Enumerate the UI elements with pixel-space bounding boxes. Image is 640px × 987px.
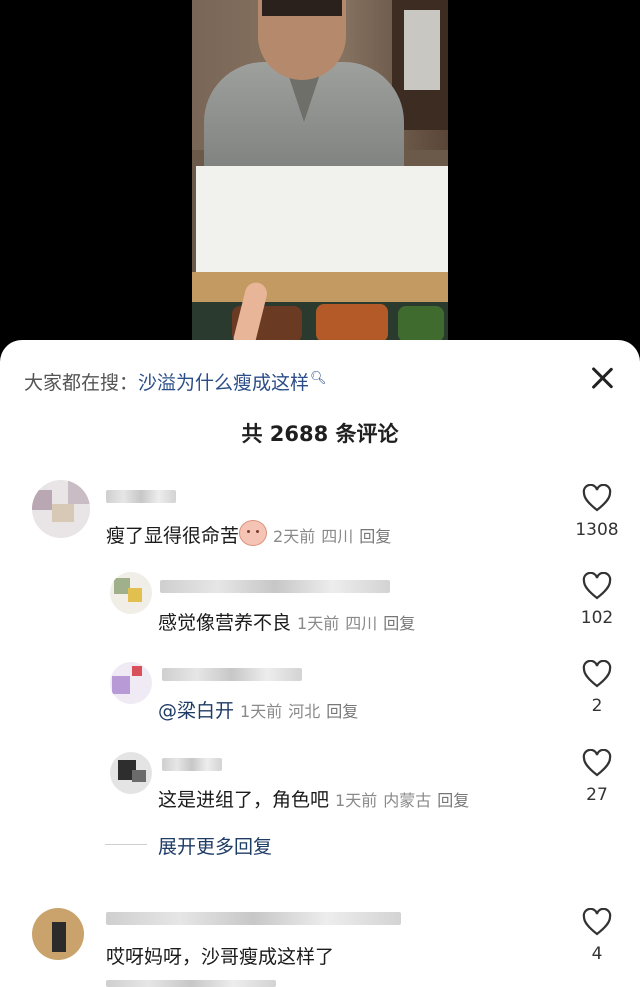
username-blurred[interactable] bbox=[106, 912, 401, 925]
reply-button[interactable]: 回复 bbox=[437, 791, 469, 810]
expand-replies-button[interactable]: 展开更多回复 bbox=[158, 832, 272, 859]
comment-location: 内蒙古 bbox=[383, 791, 432, 810]
comment-time: 2天前 bbox=[273, 527, 316, 546]
comment-time: 1天前 bbox=[335, 791, 378, 810]
reply-button[interactable]: 回复 bbox=[359, 527, 391, 546]
search-suggestion[interactable]: 大家都在搜：沙溢为什么瘦成这样🔍︎ bbox=[24, 368, 327, 395]
comment-time: 1天前 bbox=[240, 702, 283, 721]
heart-icon[interactable] bbox=[582, 484, 612, 512]
comment-text[interactable]: 这是进组了，角色吧 1天前 内蒙古 回复 bbox=[158, 785, 469, 812]
video-door-light bbox=[404, 10, 440, 90]
comment-location: 四川 bbox=[321, 527, 354, 546]
comment-location: 四川 bbox=[345, 614, 378, 633]
comment-sheet: 大家都在搜：沙溢为什么瘦成这样🔍︎ 共 2688 条评论 瘦了显得很命苦 2天前四… bbox=[0, 340, 640, 987]
like-count: 1308 bbox=[575, 520, 619, 540]
video-food-box-lid bbox=[196, 166, 448, 274]
search-suggestion-prefix: 大家都在搜： bbox=[24, 372, 139, 394]
comment-time: 1天前 bbox=[297, 614, 340, 633]
video-food-dish bbox=[398, 306, 444, 342]
comment-text[interactable]: 感觉像营养不良 1天前 四川 回复 bbox=[158, 608, 415, 635]
comment-text[interactable]: 瘦了显得很命苦 2天前 四川 回复 bbox=[106, 520, 391, 548]
heart-icon[interactable] bbox=[582, 749, 612, 777]
username-blurred[interactable] bbox=[106, 490, 176, 503]
reply-button[interactable]: 回复 bbox=[383, 614, 415, 633]
search-icon: 🔍︎ bbox=[310, 370, 327, 386]
comment-count-title: 共 2688 条评论 bbox=[241, 422, 399, 446]
heart-icon[interactable] bbox=[582, 908, 612, 936]
comment-meta-cutoff bbox=[106, 980, 276, 987]
expand-divider bbox=[105, 844, 147, 845]
close-icon[interactable] bbox=[586, 362, 618, 394]
avatar[interactable] bbox=[110, 572, 152, 614]
avatar[interactable] bbox=[110, 752, 152, 794]
avatar[interactable] bbox=[32, 908, 84, 960]
like-count: 2 bbox=[591, 696, 603, 716]
search-suggestion-keyword[interactable]: 沙溢为什么瘦成这样 bbox=[138, 372, 309, 394]
comment-text[interactable]: 哎呀妈呀，沙哥瘦成这样了 bbox=[106, 942, 334, 969]
avatar[interactable] bbox=[110, 662, 152, 704]
username-blurred[interactable] bbox=[162, 758, 222, 771]
video-frame[interactable] bbox=[192, 0, 448, 345]
username-blurred[interactable] bbox=[160, 580, 390, 593]
username-blurred[interactable] bbox=[162, 668, 302, 681]
like-count: 102 bbox=[580, 608, 614, 628]
avatar[interactable] bbox=[32, 480, 90, 538]
like-count: 4 bbox=[591, 944, 603, 964]
video-person-hair bbox=[262, 0, 342, 16]
reply-button[interactable]: 回复 bbox=[326, 702, 358, 721]
video-food-box-edge bbox=[192, 272, 448, 302]
comment-text[interactable]: @梁白开 1天前 河北 回复 bbox=[158, 696, 358, 723]
like-count: 27 bbox=[586, 785, 608, 805]
peach-emoji-icon bbox=[239, 520, 268, 546]
video-food-dish bbox=[316, 304, 388, 342]
heart-icon[interactable] bbox=[582, 660, 612, 688]
comment-location: 河北 bbox=[288, 702, 321, 721]
heart-icon[interactable] bbox=[582, 572, 612, 600]
